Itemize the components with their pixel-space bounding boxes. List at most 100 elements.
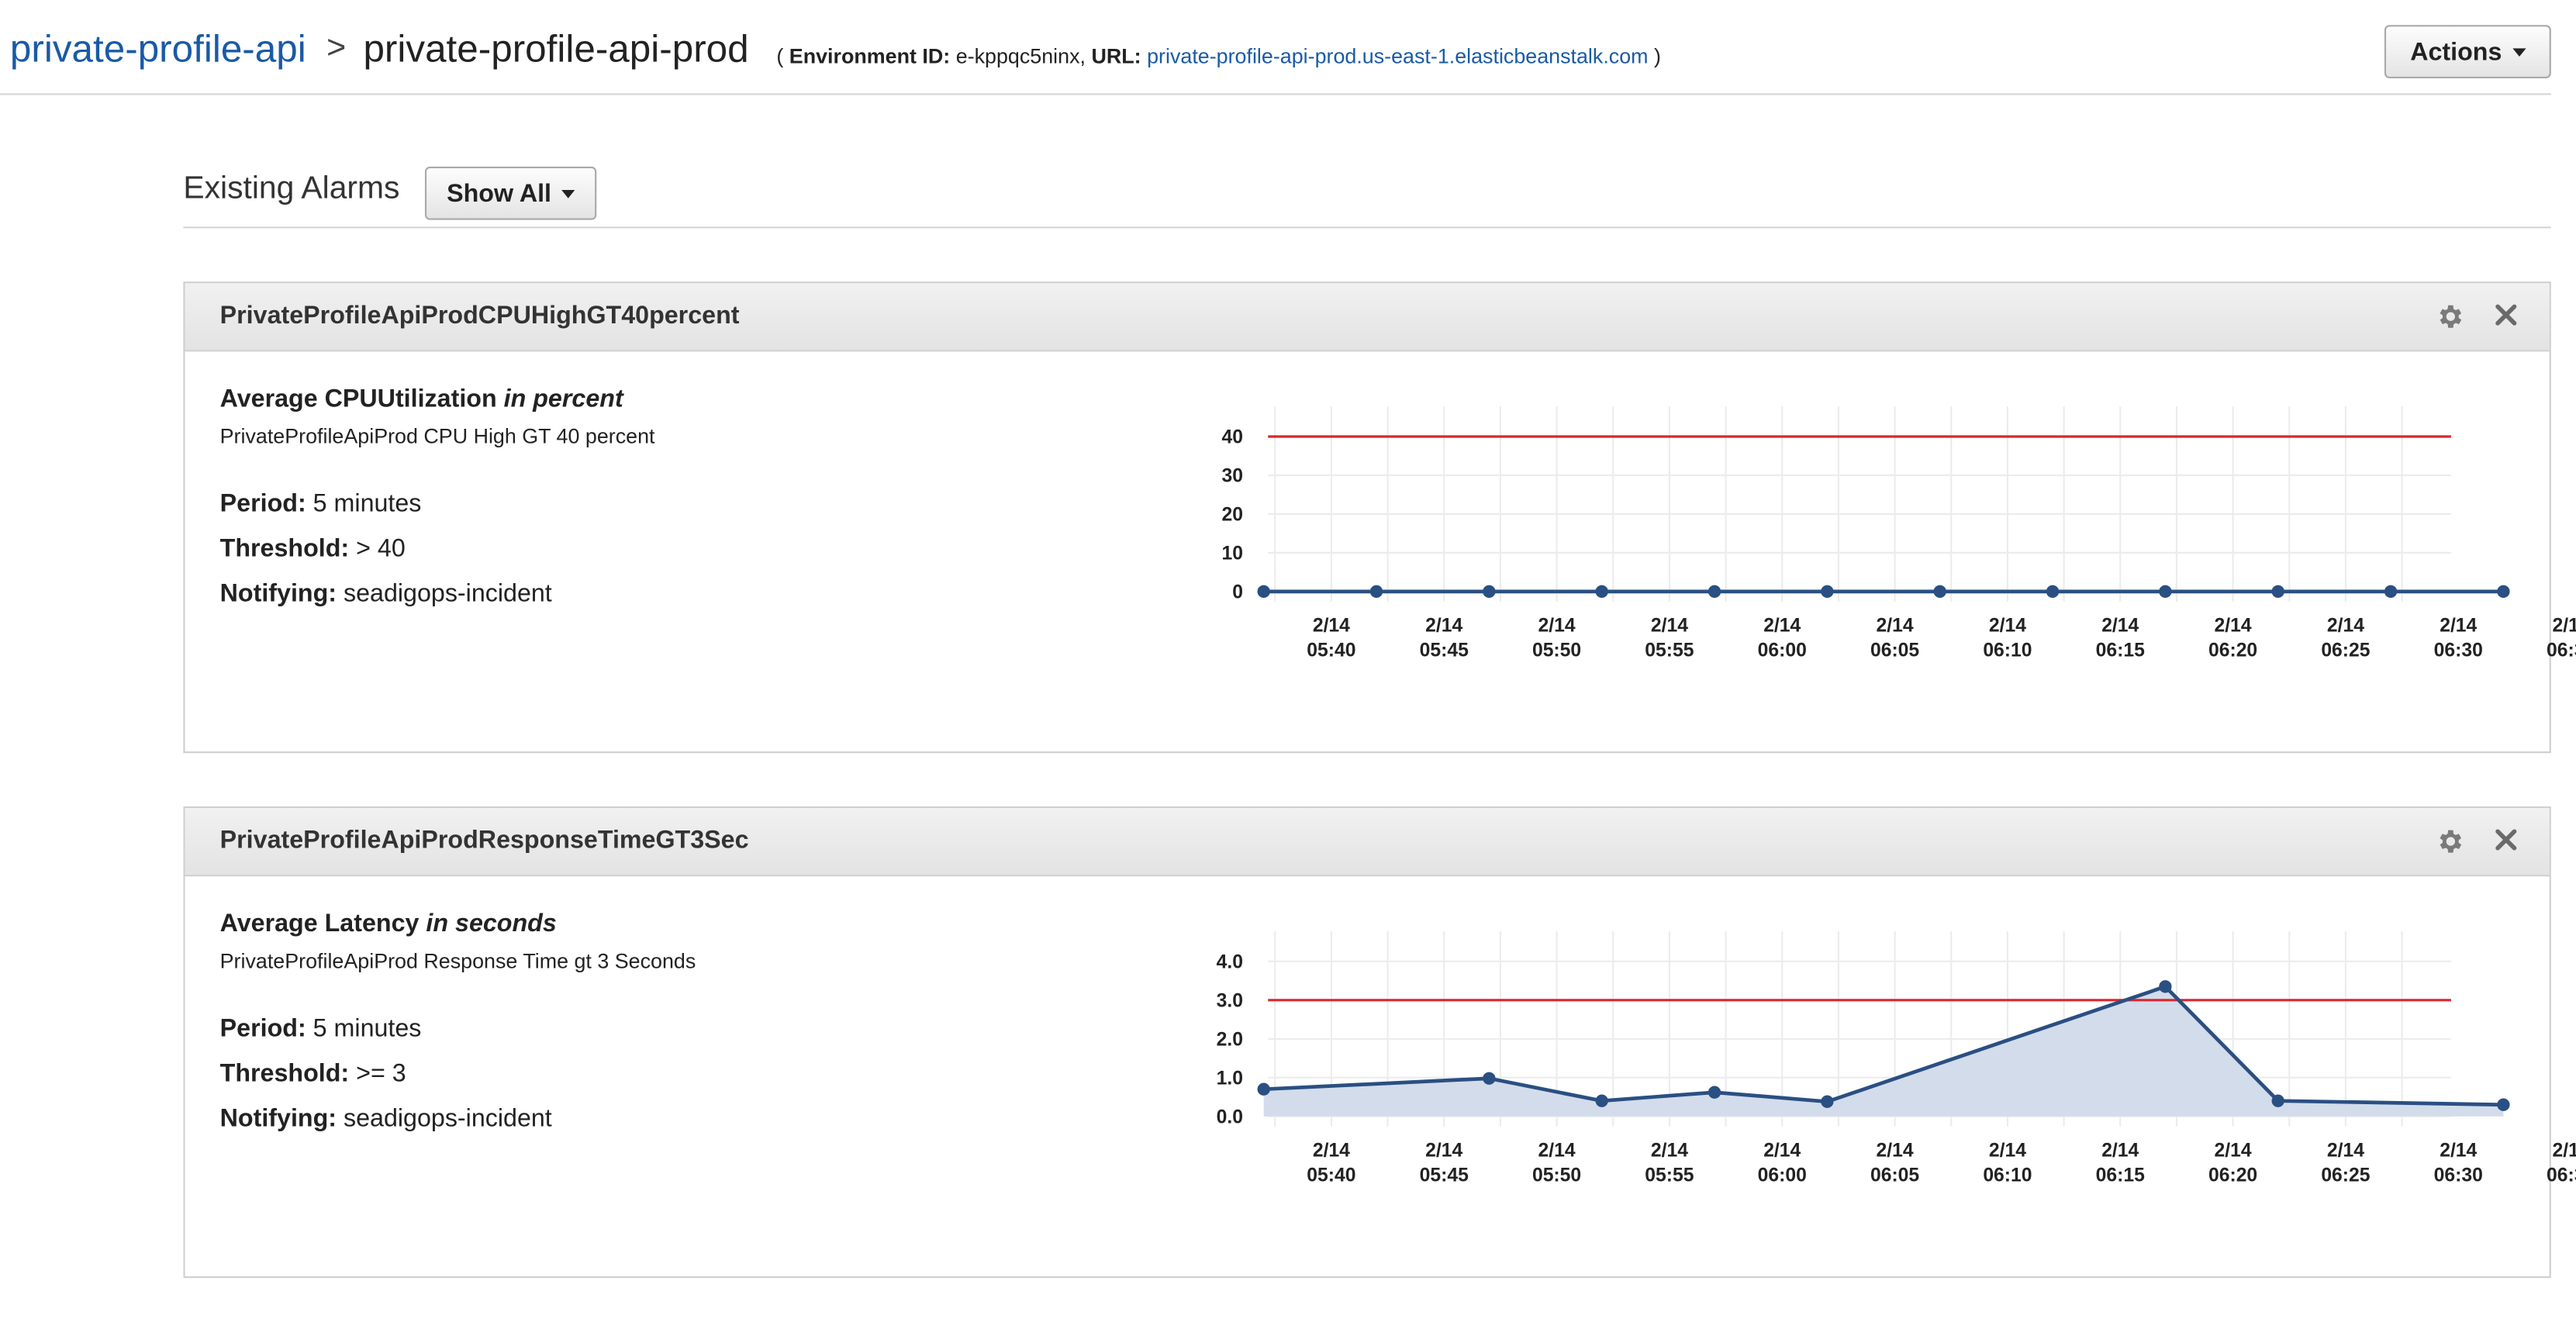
x-tick-date: 2/14 — [1313, 615, 1350, 636]
data-point — [1483, 1072, 1496, 1085]
notifying-label: Notifying: — [219, 1104, 337, 1134]
x-tick-date: 2/14 — [1313, 1140, 1350, 1161]
close-icon[interactable] — [2495, 828, 2518, 851]
alarm-notifying: Notifying: seadigops-incident — [220, 1105, 552, 1134]
x-tick-date: 2/14 — [1989, 1140, 2026, 1161]
data-point — [1708, 585, 1721, 598]
notifying-label: Notifying: — [219, 579, 337, 609]
gear-icon[interactable] — [2434, 302, 2464, 332]
actions-label: Actions — [2410, 37, 2502, 66]
period-value: 5 minutes — [313, 1014, 422, 1044]
x-tick-time: 05:55 — [1645, 1165, 1694, 1186]
data-point — [2497, 585, 2510, 598]
latency-chart: 0.0 1.0 2.0 3.0 4.0 2/14 05:40 2/14 05:45 2/14 05:… — [1217, 931, 2576, 1186]
x-tick-time: 06:15 — [2096, 1165, 2145, 1186]
y-tick-label: 10 — [1222, 543, 1243, 564]
alarm-period: Period: 5 minutes — [220, 490, 422, 519]
breadcrumb-separator: > — [326, 29, 347, 67]
data-point — [2046, 585, 2060, 598]
close-icon[interactable] — [2495, 303, 2518, 326]
x-tick-time: 05:40 — [1307, 640, 1355, 661]
data-point — [2271, 585, 2284, 598]
env-id-value: e-kppqc5ninx, — [955, 45, 1086, 69]
env-url-link[interactable]: private-profile-api-prod.us-east-1.elast… — [1147, 45, 1648, 68]
x-tick-time: 06:10 — [1983, 1165, 2032, 1186]
x-tick-time: 06:00 — [1758, 1165, 1807, 1186]
data-point — [1257, 1082, 1270, 1096]
x-tick-time: 06:25 — [2321, 640, 2370, 661]
alarm-metric: Average Latency in seconds — [220, 910, 557, 938]
data-point — [1595, 585, 1608, 598]
gear-icon[interactable] — [2434, 827, 2464, 857]
x-tick-date: 2/14 — [1425, 1140, 1462, 1161]
page-header: private-profile-api > private-profile-ap… — [0, 0, 2551, 95]
x-tick-time: 05:40 — [1307, 1165, 1355, 1186]
alarm-description: PrivateProfileApiProd Response Time gt 3… — [219, 949, 696, 973]
show-all-filter-button[interactable]: Show All — [424, 166, 597, 220]
threshold-value: >= 3 — [356, 1059, 406, 1089]
x-tick-time: 05:55 — [1645, 640, 1694, 661]
caret-down-icon — [2512, 47, 2526, 56]
threshold-label: Threshold: — [219, 1059, 350, 1089]
alarm-description: PrivateProfileApiProd CPU High GT 40 per… — [219, 424, 655, 449]
period-label: Period: — [219, 1014, 306, 1044]
x-tick-date: 2/14 — [2440, 615, 2477, 636]
environment-meta: ( Environment ID: e-kppqc5ninx, URL: pri… — [776, 45, 1661, 68]
section-title: Existing Alarms — [183, 171, 400, 207]
threshold-label: Threshold: — [219, 534, 350, 564]
data-point — [2497, 1098, 2510, 1111]
y-tick-label: 3.0 — [1217, 990, 1243, 1011]
data-point — [1369, 585, 1383, 598]
x-tick-date: 2/14 — [1651, 1140, 1688, 1161]
x-tick-date: 2/14 — [2553, 1140, 2576, 1161]
alarm-period: Period: 5 minutes — [220, 1015, 422, 1044]
show-all-label: Show All — [447, 178, 552, 208]
alarm-panel-latency: PrivateProfileApiProdResponseTimeGT3Sec … — [183, 806, 2576, 1279]
data-point — [2159, 980, 2172, 993]
data-point — [1595, 1094, 1608, 1107]
x-tick-date: 2/14 — [2215, 1140, 2252, 1161]
env-meta-close-paren: ) — [1654, 45, 1662, 69]
x-tick-date: 2/14 — [1763, 615, 1801, 636]
metric-unit: in seconds — [426, 910, 557, 938]
data-point — [1821, 1095, 1834, 1108]
x-tick-time: 06:30 — [2434, 1165, 2483, 1186]
alarm-name: PrivateProfileApiProdCPUHighGT40percent — [219, 301, 740, 330]
y-tick-label: 0 — [1232, 582, 1243, 602]
section-divider — [183, 226, 2551, 229]
y-tick-label: 4.0 — [1217, 951, 1243, 972]
x-tick-date: 2/14 — [1763, 1140, 1801, 1161]
x-tick-time: 06:30 — [2434, 640, 2483, 661]
environment-title: private-profile-api-prod — [363, 26, 749, 71]
breadcrumb-application-link[interactable]: private-profile-api — [10, 26, 306, 71]
x-tick-date: 2/14 — [1425, 615, 1462, 636]
x-tick-time: 05:50 — [1532, 640, 1581, 661]
metric-name: Average Latency — [219, 910, 420, 938]
period-label: Period: — [219, 489, 306, 519]
x-tick-time: 05:45 — [1420, 1165, 1469, 1186]
x-tick-time: 06:05 — [1870, 1165, 1919, 1186]
alarm-notifying: Notifying: seadigops-incident — [220, 580, 552, 609]
notifying-value: seadigops-incident — [343, 579, 552, 609]
x-tick-time: 05:50 — [1532, 1165, 1581, 1186]
x-tick-time: 06:15 — [2096, 640, 2145, 661]
x-tick-time: 06:25 — [2321, 1165, 2370, 1186]
data-point — [1708, 1086, 1721, 1099]
period-value: 5 minutes — [313, 489, 422, 519]
env-meta-open-paren: ( — [776, 45, 784, 69]
x-tick-time: 06:10 — [1983, 640, 2032, 661]
x-tick-date: 2/14 — [2327, 615, 2364, 636]
x-tick-time: 06:20 — [2208, 640, 2257, 661]
metric-unit: in percent — [503, 385, 623, 413]
x-tick-date: 2/14 — [2440, 1140, 2477, 1161]
actions-button[interactable]: Actions — [2384, 25, 2551, 78]
series-area-fill — [1263, 986, 2504, 1117]
data-point — [2271, 1094, 2284, 1107]
alarm-threshold: Threshold: > 40 — [220, 535, 406, 564]
y-tick-label: 0.0 — [1217, 1107, 1243, 1127]
notifying-value: seadigops-incident — [343, 1104, 552, 1134]
data-point — [1821, 585, 1834, 598]
x-tick-time: 06:05 — [1870, 640, 1919, 661]
data-point — [1933, 585, 1946, 598]
caret-down-icon — [561, 188, 575, 198]
